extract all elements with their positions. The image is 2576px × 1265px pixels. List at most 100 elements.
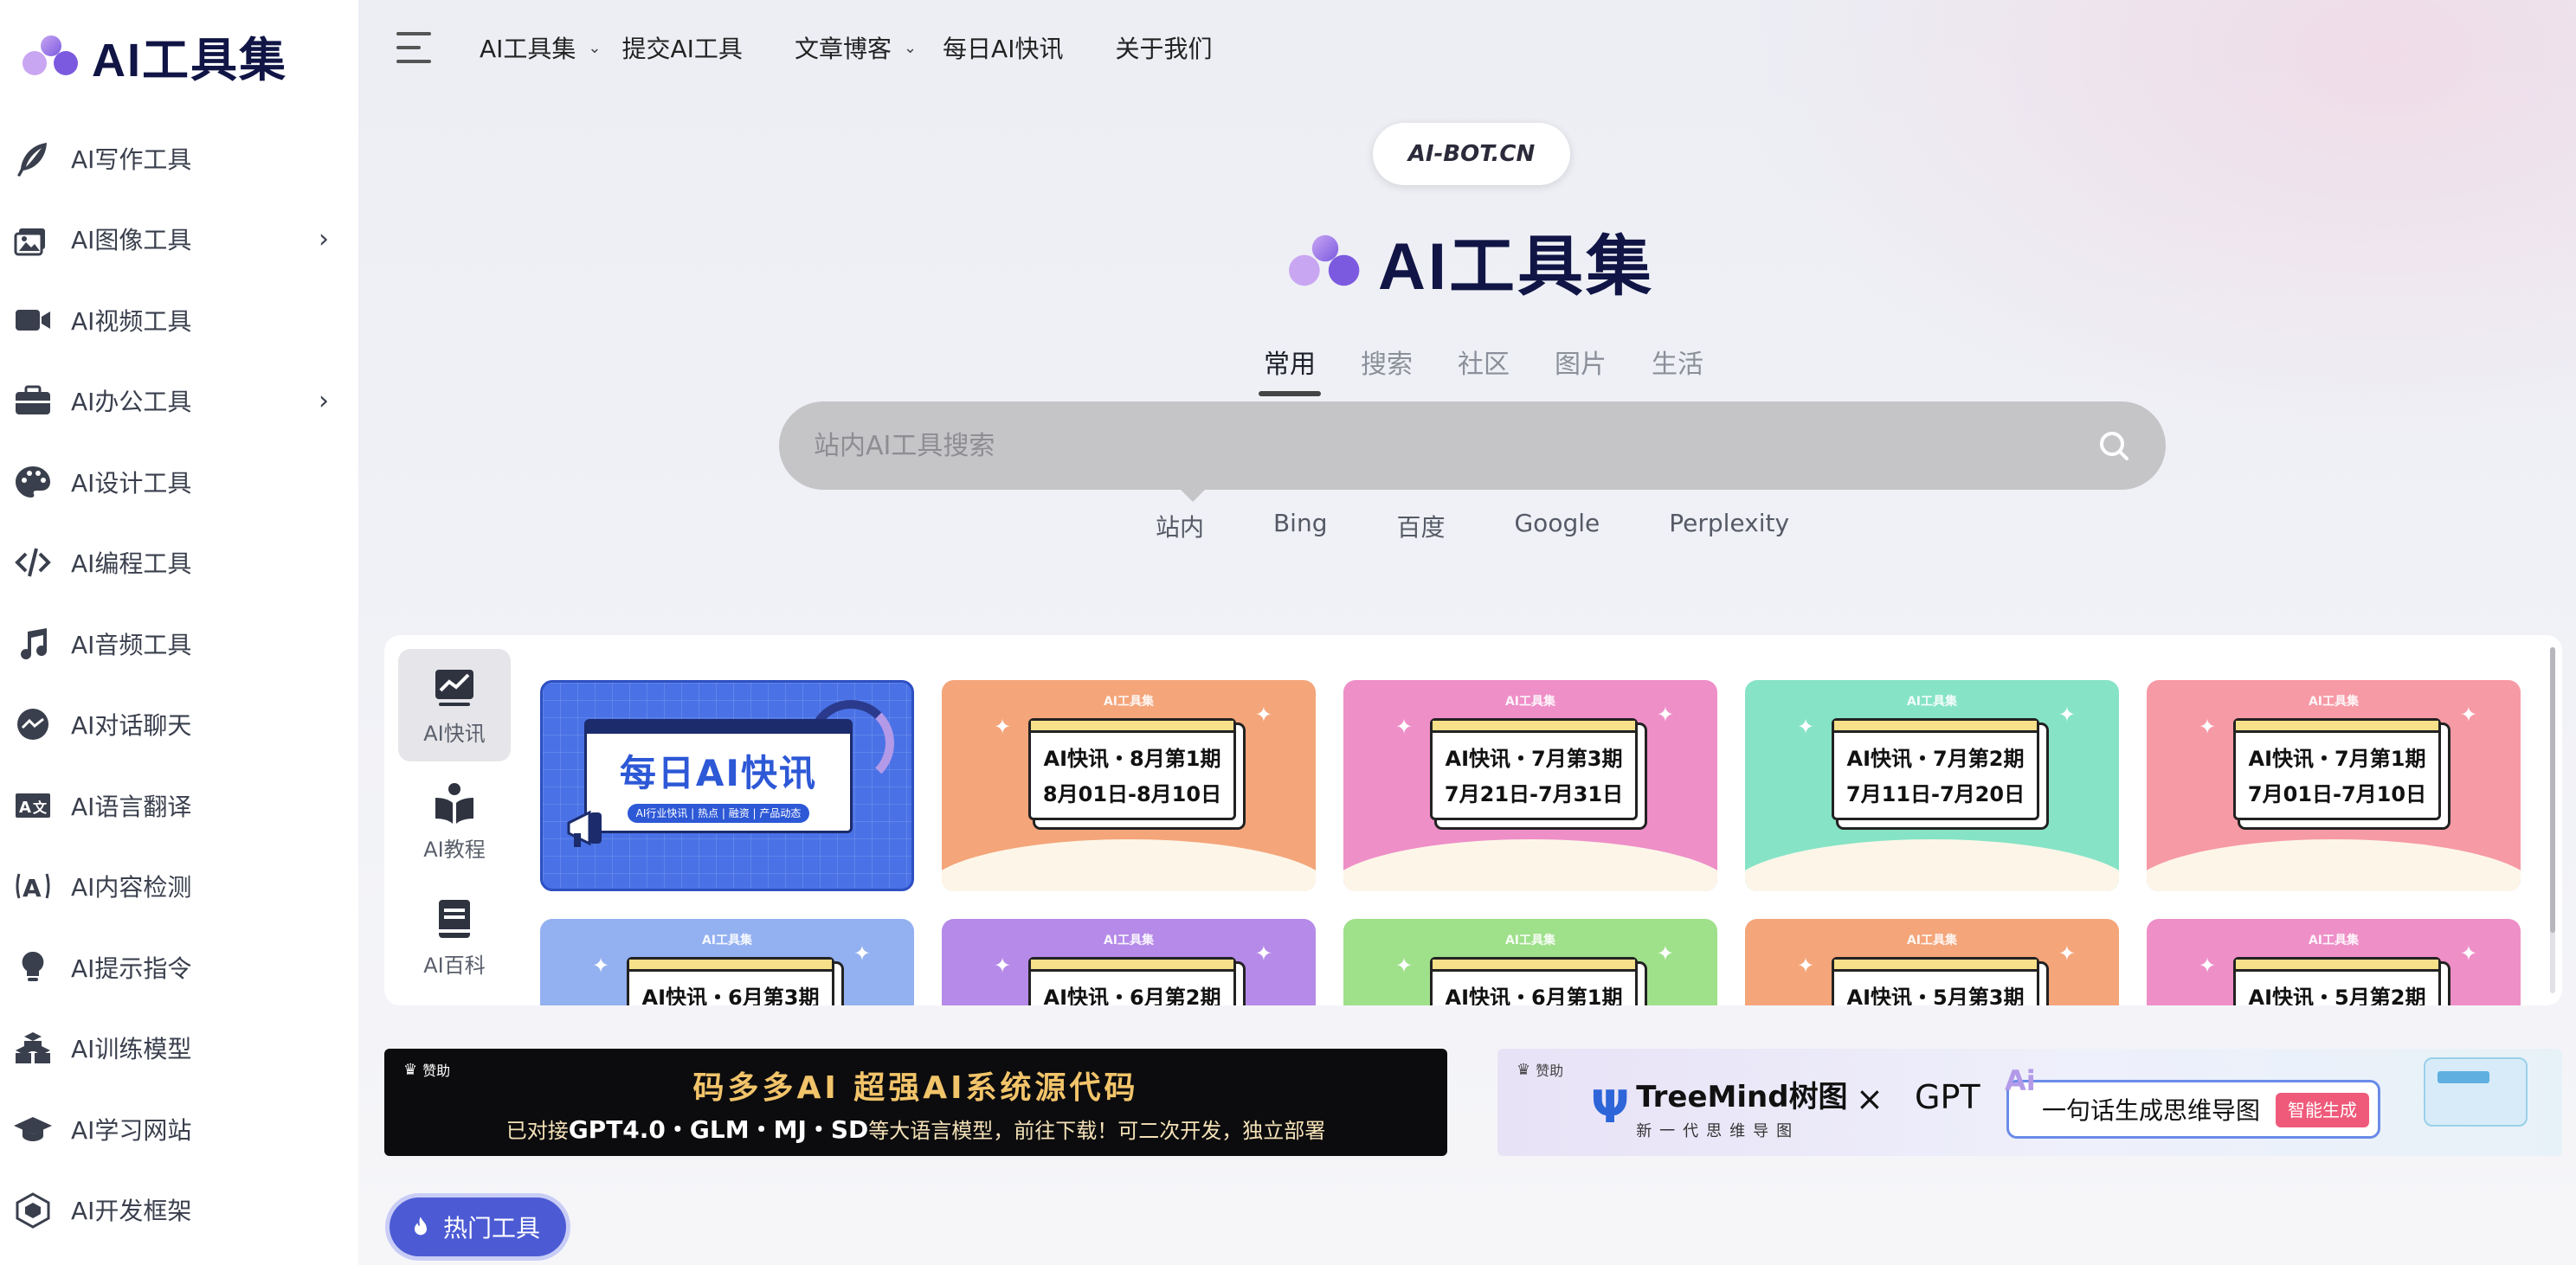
sidebar-item[interactable]: AI学习网站: [0, 1088, 358, 1170]
hot-tools-label: 热门工具: [443, 1214, 541, 1243]
top-nav-item[interactable]: AI工具集 ⌄: [480, 30, 602, 65]
sidebar-item-label: AI提示指令: [71, 954, 192, 983]
brand-logo[interactable]: AI工具集: [0, 0, 358, 111]
music-note-icon: [12, 623, 54, 665]
top-nav-item[interactable]: 文章博客 ⌄: [795, 30, 917, 65]
cloud-decoration: [1745, 839, 2119, 891]
sparkle-icon: ✦: [1656, 703, 1674, 727]
top-nav-label: 关于我们: [1115, 35, 1213, 63]
card-window: AI快讯・5月第2期: [2233, 957, 2441, 1005]
featured-title: 每日AI快讯: [619, 752, 818, 794]
sidebar-item[interactable]: AI图像工具 ›: [0, 199, 358, 280]
search-engine-option[interactable]: Bing: [1273, 509, 1328, 543]
brand-name: AI工具集: [92, 34, 287, 87]
sidebar-item[interactable]: A 文 AI语言翻译: [0, 765, 358, 846]
treemind-mark-icon: Ψ: [1591, 1081, 1630, 1133]
search-tab[interactable]: 图片: [1555, 343, 1607, 396]
sparkle-icon: ✦: [1395, 954, 1414, 978]
featured-news-card[interactable]: 每日AI快讯 AI行业快讯 | 热点 | 融资 | 产品动态: [540, 680, 914, 891]
card-window: AI快讯・6月第3期: [627, 957, 834, 1005]
treemind-tagline: 新一代思维导图: [1636, 1122, 1800, 1140]
briefcase-icon: [12, 380, 54, 421]
search-tab[interactable]: 常用: [1259, 343, 1321, 396]
sidebar-item[interactable]: AI设计工具: [0, 441, 358, 523]
ad-banner-treemind[interactable]: ♛ 赞助 Ψ TreeMind树图 新一代思维导图 × GPT 一句话生成思维导图…: [1497, 1049, 2562, 1156]
card-window: AI快讯・6月第1期: [1430, 957, 1638, 1005]
sidebar-item-label: AI写作工具: [71, 144, 192, 174]
news-panel-tab-label: AI百科: [423, 953, 486, 978]
cloud-decoration: [2147, 839, 2521, 891]
gpt-label: GPT: [1915, 1078, 1980, 1116]
sparkle-icon: ✦: [994, 954, 1012, 978]
ad-subline: 已对接GPT4.0・GLM・MJ・SD等大语言模型，前往下载！可二次开发，独立部…: [506, 1115, 1326, 1144]
logo-mark-icon: [23, 35, 78, 75]
news-cards: 每日AI快讯 AI行业快讯 | 热点 | 融资 | 产品动态 AI工具集 ✦ ✦ AI…: [540, 680, 2541, 1005]
sidebar-item[interactable]: AI提示指令: [0, 927, 358, 1008]
graduation-cap-icon: [12, 1108, 54, 1150]
chevron-down-icon: ⌄: [588, 38, 602, 57]
news-panel-tab[interactable]: AI教程: [398, 765, 511, 877]
news-panel-scrollbar[interactable]: [2550, 647, 2555, 993]
sparkle-icon: ✦: [2199, 954, 2217, 978]
hero-title: AI工具集: [1378, 230, 1654, 304]
smart-generate-button[interactable]: 智能生成: [2276, 1093, 2369, 1127]
search-engine-option[interactable]: 站内: [1156, 509, 1204, 543]
top-nav: AI工具集 ⌄ 提交AI工具 文章博客 ⌄ 每日AI快讯 关于我们: [480, 30, 1264, 65]
sidebar-item[interactable]: AI办公工具 ›: [0, 361, 358, 442]
search-input[interactable]: [814, 430, 2096, 461]
top-nav-item[interactable]: 每日AI快讯: [943, 30, 1063, 65]
search-engine-option[interactable]: Perplexity: [1669, 509, 1789, 543]
framework-icon: [12, 1189, 54, 1230]
news-card[interactable]: AI工具集 ✦ ✦ AI快讯・7月第1期 7月01日-7月10日: [2147, 680, 2521, 891]
images-icon: [12, 218, 54, 260]
sidebar-item-label: AI音频工具: [71, 630, 192, 659]
featured-subtitle: AI行业快讯 | 热点 | 融资 | 产品动态: [628, 804, 809, 823]
featured-window: 每日AI快讯 AI行业快讯 | 热点 | 融资 | 产品动态: [584, 719, 853, 833]
news-card[interactable]: AI工具集 ✦ ✦ AI快讯・6月第3期: [540, 919, 914, 1005]
sparkle-icon: ✦: [1797, 954, 1815, 978]
search-tab[interactable]: 搜索: [1361, 343, 1413, 396]
news-card[interactable]: AI工具集 ✦ ✦ AI快讯・6月第1期: [1343, 919, 1717, 1005]
sidebar-item[interactable]: AI音频工具: [0, 603, 358, 684]
card-title: AI快讯・6月第1期: [1445, 986, 1623, 1005]
sidebar-item[interactable]: AI训练模型: [0, 1008, 358, 1089]
top-nav-item[interactable]: 提交AI工具: [622, 30, 743, 65]
sidebar-item[interactable]: AI开发框架: [0, 1170, 358, 1251]
ad-banner-maduoduo[interactable]: ♛ 赞助 码多多AI 超强AI系统源代码 已对接GPT4.0・GLM・MJ・SD等…: [384, 1049, 1447, 1156]
svg-text:文: 文: [33, 799, 48, 816]
ad-prompt-box: 一句话生成思维导图 智能生成: [2006, 1080, 2380, 1139]
search-tab[interactable]: 社区: [1458, 343, 1510, 396]
top-nav-item[interactable]: 关于我们: [1115, 30, 1212, 65]
search-icon[interactable]: [2096, 428, 2131, 463]
sparkle-icon: ✦: [853, 941, 871, 966]
sidebar-item[interactable]: AI写作工具: [0, 118, 358, 199]
ai-mark: Ai: [2005, 1064, 2036, 1097]
search-engine-option[interactable]: 百度: [1396, 509, 1445, 543]
sidebar-item[interactable]: AI对话聊天: [0, 684, 358, 766]
news-card[interactable]: AI工具集 ✦ ✦ AI快讯・8月第1期 8月01日-8月10日: [942, 680, 1316, 891]
search-tab[interactable]: 生活: [1652, 343, 1703, 396]
treemind-name: TreeMind树图: [1636, 1080, 1848, 1114]
sparkle-icon: ✦: [592, 954, 610, 978]
news-panel-tab[interactable]: AI百科: [398, 881, 511, 993]
mindmap-illustration-icon: [2424, 1057, 2528, 1127]
menu-toggle-icon[interactable]: [396, 32, 435, 63]
search-engine-option[interactable]: Google: [1514, 509, 1600, 543]
news-card[interactable]: AI工具集 ✦ ✦ AI快讯・7月第3期 7月21日-7月31日: [1343, 680, 1717, 891]
sparkle-icon: ✦: [1254, 703, 1272, 727]
news-card[interactable]: AI工具集 ✦ ✦ AI快讯・6月第2期: [942, 919, 1316, 1005]
card-date: 7月21日-7月31日: [1444, 782, 1624, 806]
sidebar-item[interactable]: AI视频工具: [0, 279, 358, 361]
news-card[interactable]: AI工具集 ✦ ✦ AI快讯・5月第2期: [2147, 919, 2521, 1005]
top-nav-label: AI工具集: [480, 35, 576, 63]
news-panel-tab[interactable]: AI快讯: [398, 649, 511, 761]
hero-logo-mark-icon: [1289, 234, 1360, 286]
hot-tools-tab[interactable]: 热门工具: [390, 1198, 567, 1256]
news-card[interactable]: AI工具集 ✦ ✦ AI快讯・7月第2期 7月11日-7月20日: [1745, 680, 2119, 891]
news-card[interactable]: AI工具集 ✦ ✦ AI快讯・5月第3期: [1745, 919, 2119, 1005]
sidebar-item[interactable]: A AI内容检测: [0, 846, 358, 928]
sidebar-item-label: AI训练模型: [71, 1035, 192, 1064]
megaphone-icon: [567, 810, 602, 847]
sidebar-item[interactable]: AI编程工具: [0, 523, 358, 604]
cloud-decoration: [1343, 839, 1717, 891]
